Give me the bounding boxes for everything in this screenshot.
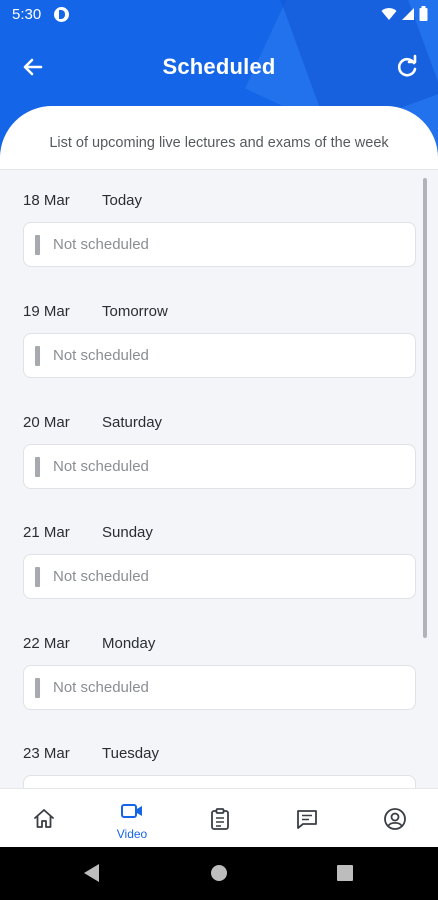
- schedule-status: Not scheduled: [53, 236, 149, 253]
- schedule-status: Not scheduled: [53, 347, 149, 364]
- day-section: 20 Mar Saturday Not scheduled: [0, 392, 438, 502]
- nav-home[interactable]: [9, 789, 79, 848]
- home-icon: [34, 809, 54, 828]
- profile-icon: [384, 808, 406, 830]
- refresh-icon: [397, 54, 417, 77]
- day-date: 20 Mar: [23, 414, 70, 431]
- day-label: Today: [102, 192, 143, 209]
- day-section: 19 Mar Tomorrow Not scheduled: [0, 281, 438, 391]
- nav-chat[interactable]: [272, 789, 342, 848]
- chat-icon: [297, 810, 317, 829]
- page-title: Scheduled: [162, 54, 276, 79]
- schedule-card[interactable]: [23, 775, 416, 788]
- refresh-button[interactable]: [390, 50, 424, 84]
- status-icons: [381, 6, 428, 21]
- day-label: Sunday: [102, 524, 153, 541]
- nav-video[interactable]: Video: [97, 789, 167, 848]
- schedule-card[interactable]: Not scheduled: [23, 665, 416, 710]
- day-date: 23 Mar: [23, 745, 70, 762]
- card-indicator: [35, 346, 40, 366]
- schedule-status: Not scheduled: [53, 568, 149, 585]
- card-indicator: [35, 457, 40, 477]
- clipboard-icon: [211, 808, 229, 830]
- day-label: Tomorrow: [102, 303, 168, 320]
- scrollbar[interactable]: [423, 178, 427, 638]
- day-date: 19 Mar: [23, 303, 70, 320]
- schedule-card[interactable]: Not scheduled: [23, 222, 416, 267]
- day-label: Saturday: [102, 414, 163, 431]
- video-icon: [121, 804, 142, 818]
- system-navigation-bar: [0, 847, 438, 900]
- card-indicator: [35, 678, 40, 698]
- nav-tests[interactable]: [185, 789, 255, 848]
- day-section: 21 Mar Sunday Not scheduled: [0, 502, 438, 612]
- schedule-card[interactable]: Not scheduled: [23, 444, 416, 489]
- day-date: 21 Mar: [23, 524, 70, 541]
- day-label: Tuesday: [102, 745, 159, 762]
- signal-icon: [402, 7, 414, 20]
- system-recents-button[interactable]: [337, 865, 353, 881]
- nav-profile[interactable]: [360, 789, 430, 848]
- schedule-card[interactable]: Not scheduled: [23, 333, 416, 378]
- day-section: 18 Mar Today Not scheduled: [0, 170, 438, 280]
- schedule-status: Not scheduled: [53, 679, 149, 696]
- battery-icon: [419, 6, 428, 21]
- nav-video-label: Video: [116, 827, 148, 841]
- app-notification-icon: [54, 7, 69, 22]
- day-section: 23 Mar Tuesday: [0, 723, 438, 788]
- schedule-status: Not scheduled: [53, 458, 149, 475]
- sheet-header: List of upcoming live lectures and exams…: [0, 106, 438, 170]
- system-back-button[interactable]: [84, 864, 99, 882]
- card-indicator: [35, 235, 40, 255]
- schedule-sheet: List of upcoming live lectures and exams…: [0, 106, 438, 788]
- bottom-navigation: Video: [0, 788, 438, 847]
- schedule-description: List of upcoming live lectures and exams…: [49, 135, 389, 151]
- day-date: 18 Mar: [23, 192, 70, 209]
- day-label: Monday: [102, 635, 156, 652]
- day-section: 22 Mar Monday Not scheduled: [0, 613, 438, 723]
- card-indicator: [35, 567, 40, 587]
- day-date: 22 Mar: [23, 635, 70, 652]
- status-time: 5:30: [12, 6, 42, 23]
- system-home-button[interactable]: [211, 865, 227, 881]
- schedule-card[interactable]: Not scheduled: [23, 554, 416, 599]
- wifi-icon: [381, 7, 397, 20]
- status-bar: 5:30: [0, 0, 438, 30]
